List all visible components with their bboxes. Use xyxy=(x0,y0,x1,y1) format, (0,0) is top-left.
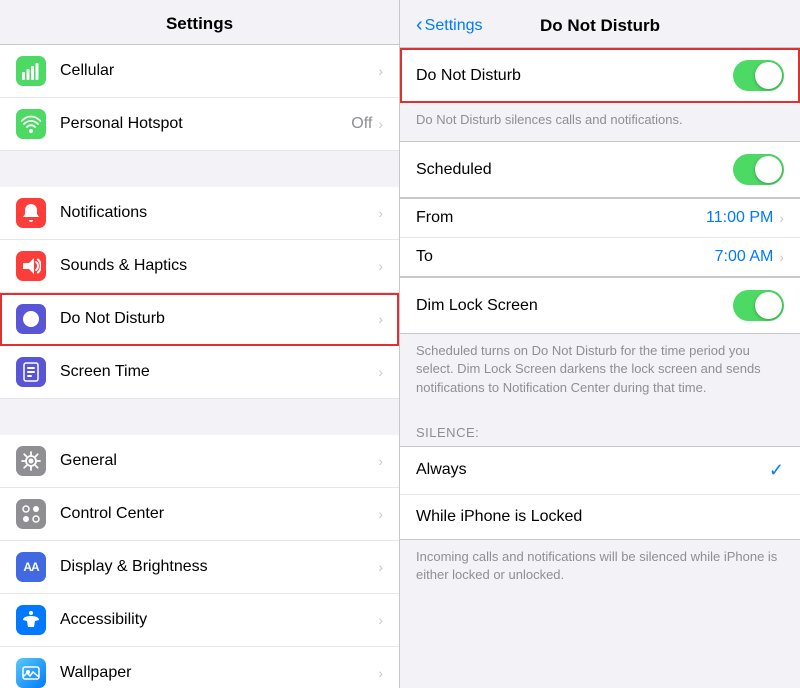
scheduled-label: Scheduled xyxy=(416,161,733,179)
right-panel-title: Do Not Disturb xyxy=(540,16,660,36)
settings-list: Cellular › Personal Hotspot Off › xyxy=(0,45,399,688)
settings-item-accessibility[interactable]: Accessibility › xyxy=(0,594,399,647)
cellular-label: Cellular xyxy=(60,62,378,80)
settings-item-sounds[interactable]: Sounds & Haptics › xyxy=(0,240,399,293)
always-checkmark: ✓ xyxy=(769,460,784,481)
settings-item-control[interactable]: Control Center › xyxy=(0,488,399,541)
from-chevron: › xyxy=(779,210,784,226)
silence-locked-row[interactable]: While iPhone is Locked xyxy=(400,495,800,539)
dim-lock-section: Dim Lock Screen xyxy=(400,277,800,334)
back-button[interactable]: ‹ Settings xyxy=(416,14,482,37)
settings-item-display[interactable]: AA Display & Brightness › xyxy=(0,541,399,594)
to-label: To xyxy=(416,248,466,266)
settings-item-notifications[interactable]: Notifications › xyxy=(0,187,399,240)
dnd-icon xyxy=(16,304,46,334)
incoming-description: Incoming calls and notifications will be… xyxy=(400,540,800,596)
right-panel: ‹ Settings Do Not Disturb Do Not Disturb… xyxy=(400,0,800,688)
to-value: 7:00 AM xyxy=(715,248,774,266)
settings-item-wallpaper[interactable]: Wallpaper › xyxy=(0,647,399,688)
notifications-icon xyxy=(16,198,46,228)
scheduled-toggle[interactable] xyxy=(733,154,784,185)
sounds-icon xyxy=(16,251,46,281)
notifications-chevron: › xyxy=(378,205,383,221)
dim-lock-row[interactable]: Dim Lock Screen xyxy=(400,278,800,333)
silence-section: Always ✓ While iPhone is Locked xyxy=(400,446,800,540)
to-chevron: › xyxy=(779,249,784,265)
dnd-description: Do Not Disturb silences calls and notifi… xyxy=(400,103,800,141)
scheduled-toggle-knob xyxy=(755,156,782,183)
right-content: Do Not Disturb Do Not Disturb silences c… xyxy=(400,48,800,596)
settings-item-hotspot[interactable]: Personal Hotspot Off › xyxy=(0,98,399,151)
schedule-description: Scheduled turns on Do Not Disturb for th… xyxy=(400,334,800,409)
dim-lock-toggle[interactable] xyxy=(733,290,784,321)
general-icon xyxy=(16,446,46,476)
cellular-chevron: › xyxy=(378,63,383,79)
settings-item-general[interactable]: General › xyxy=(0,435,399,488)
control-label: Control Center xyxy=(60,505,378,523)
control-chevron: › xyxy=(378,506,383,522)
from-to-section: From 11:00 PM › To 7:00 AM › xyxy=(400,198,800,277)
left-header: Settings xyxy=(0,0,399,45)
general-label: General xyxy=(60,452,378,470)
display-label: Display & Brightness xyxy=(60,558,378,576)
back-label: Settings xyxy=(425,17,483,35)
settings-item-screentime[interactable]: Screen Time › xyxy=(0,346,399,399)
dim-lock-label: Dim Lock Screen xyxy=(416,297,733,315)
screentime-chevron: › xyxy=(378,364,383,380)
dnd-toggle-knob xyxy=(755,62,782,89)
general-chevron: › xyxy=(378,453,383,469)
silence-locked-label: While iPhone is Locked xyxy=(416,508,784,526)
dnd-main-row[interactable]: Do Not Disturb xyxy=(400,48,800,103)
control-icon xyxy=(16,499,46,529)
from-row[interactable]: From 11:00 PM › xyxy=(400,199,800,238)
back-chevron-icon: ‹ xyxy=(416,14,423,37)
hotspot-value: Off xyxy=(351,115,372,133)
screentime-icon xyxy=(16,357,46,387)
dnd-main-label: Do Not Disturb xyxy=(416,67,733,85)
dim-lock-toggle-knob xyxy=(755,292,782,319)
accessibility-label: Accessibility xyxy=(60,611,378,629)
accessibility-icon xyxy=(16,605,46,635)
wallpaper-chevron: › xyxy=(378,665,383,681)
left-panel-title: Settings xyxy=(166,14,233,33)
cellular-icon xyxy=(16,56,46,86)
silence-header: SILENCE: xyxy=(400,409,800,446)
left-panel: Settings Cellular › xyxy=(0,0,400,688)
to-row[interactable]: To 7:00 AM › xyxy=(400,238,800,276)
settings-item-dnd[interactable]: Do Not Disturb › xyxy=(0,293,399,346)
scheduled-section: Scheduled xyxy=(400,141,800,198)
display-icon: AA xyxy=(16,552,46,582)
from-value: 11:00 PM xyxy=(706,209,773,227)
scheduled-row[interactable]: Scheduled xyxy=(400,142,800,197)
right-header: ‹ Settings Do Not Disturb xyxy=(400,0,800,48)
hotspot-chevron: › xyxy=(378,116,383,132)
accessibility-chevron: › xyxy=(378,612,383,628)
from-label: From xyxy=(416,209,466,227)
wallpaper-label: Wallpaper xyxy=(60,664,378,682)
separator2 xyxy=(0,399,399,435)
dnd-toggle[interactable] xyxy=(733,60,784,91)
dnd-label: Do Not Disturb xyxy=(60,310,378,328)
sounds-label: Sounds & Haptics xyxy=(60,257,378,275)
silence-always-label: Always xyxy=(416,461,769,479)
hotspot-label: Personal Hotspot xyxy=(60,115,351,133)
screentime-label: Screen Time xyxy=(60,363,378,381)
notifications-label: Notifications xyxy=(60,204,378,222)
hotspot-icon xyxy=(16,109,46,139)
silence-always-row[interactable]: Always ✓ xyxy=(400,447,800,495)
settings-item-cellular[interactable]: Cellular › xyxy=(0,45,399,98)
display-chevron: › xyxy=(378,559,383,575)
separator1 xyxy=(0,151,399,187)
dnd-chevron: › xyxy=(378,311,383,327)
sounds-chevron: › xyxy=(378,258,383,274)
wallpaper-icon xyxy=(16,658,46,688)
